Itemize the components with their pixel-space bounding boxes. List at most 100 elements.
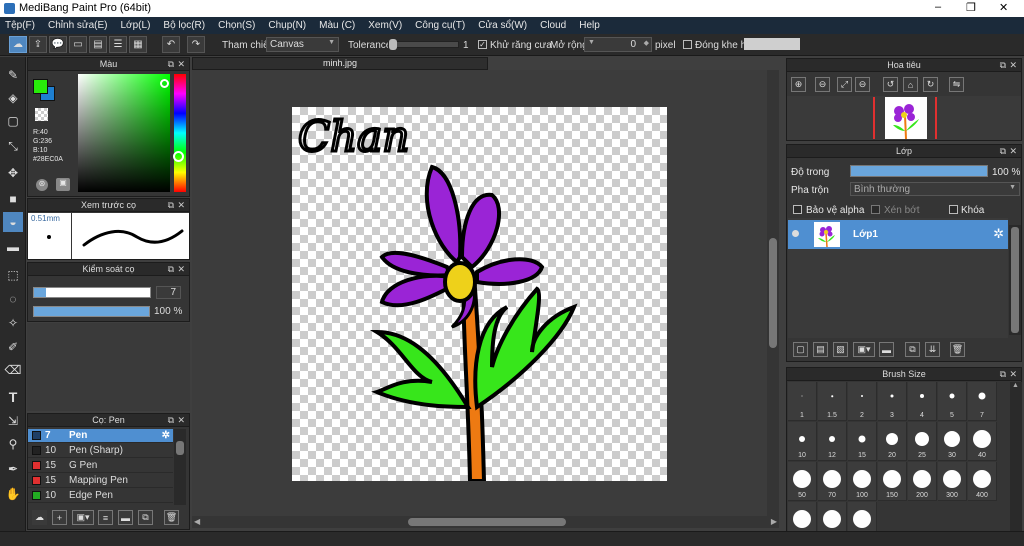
close-icon[interactable]: ✕: [177, 58, 185, 71]
gear-icon[interactable]: ✲: [162, 430, 170, 441]
transparent-color-swatch[interactable]: [35, 108, 48, 121]
brush-folder-icon[interactable]: ▬: [118, 510, 133, 525]
horizontal-scrollbar[interactable]: ◀ ▶: [192, 516, 779, 528]
reset-rotation-icon[interactable]: ⌂: [903, 77, 918, 92]
layer-folder-icon[interactable]: ▬: [879, 342, 894, 357]
new-layer-icon[interactable]: ▢: [793, 342, 808, 357]
popout-icon[interactable]: ⧉: [1000, 59, 1006, 72]
reference-select[interactable]: Canvas ▼: [266, 37, 339, 52]
rotate-left-icon[interactable]: ↺: [883, 77, 898, 92]
menu-layer[interactable]: Lớp(L): [121, 20, 151, 31]
expand-input[interactable]: ▼ 0 ◆: [584, 37, 652, 52]
close-icon[interactable]: ✕: [177, 199, 185, 212]
brush-item-mapping-pen[interactable]: 15 Mapping Pen: [28, 474, 173, 488]
brush-size-cell[interactable]: 100: [848, 462, 877, 501]
rotate-right-icon[interactable]: ↻: [923, 77, 938, 92]
brush-size-cell[interactable]: 12: [818, 422, 847, 461]
menu-filter[interactable]: Bộ lọc(R): [163, 20, 205, 31]
close-gap-slider[interactable]: [744, 38, 800, 50]
gradient-tool-icon[interactable]: ▬: [3, 237, 23, 257]
popout-icon[interactable]: ⧉: [168, 199, 174, 212]
duplicate-brush-icon[interactable]: ⧉: [138, 510, 153, 525]
brush-list-scroll-thumb[interactable]: [176, 441, 184, 455]
brush-size-cell[interactable]: 20: [878, 422, 907, 461]
eraser-tool-icon[interactable]: ◈: [3, 88, 23, 108]
brush-size-cell[interactable]: 300: [938, 462, 967, 501]
zoom-out-icon[interactable]: ⊖: [815, 77, 830, 92]
dropper-tool-icon[interactable]: ⚲: [3, 434, 23, 454]
brush-item-edge-pen[interactable]: 10 Edge Pen: [28, 489, 173, 503]
new-brush-icon[interactable]: +: [52, 510, 67, 525]
menu-snap[interactable]: Chụp(N): [268, 20, 306, 31]
horizontal-scroll-thumb[interactable]: [408, 518, 566, 526]
line-tool-icon[interactable]: ⤡: [3, 136, 23, 156]
brush-item-pen[interactable]: 7 Pen ✲: [28, 429, 173, 443]
brush-size-cell[interactable]: 5: [938, 382, 967, 421]
layer-opacity-slider[interactable]: [850, 165, 988, 177]
add-brush-menu-icon[interactable]: ▣▾: [72, 510, 94, 525]
select-rect-tool-icon[interactable]: ⬚: [3, 265, 23, 285]
popout-icon[interactable]: ⧉: [168, 263, 174, 276]
vertical-scroll-thumb[interactable]: [769, 238, 777, 348]
brush-size-cell[interactable]: 70: [818, 462, 847, 501]
brush-size-scrollbar[interactable]: ▲: [1010, 382, 1022, 532]
close-icon[interactable]: ✕: [177, 263, 185, 276]
popout-icon[interactable]: ⧉: [1000, 145, 1006, 158]
brush-size-cell[interactable]: 200: [908, 462, 937, 501]
scroll-left-icon[interactable]: ◀: [194, 517, 200, 526]
brush-size-cell[interactable]: 1.5: [818, 382, 847, 421]
close-icon[interactable]: ✕: [1009, 59, 1017, 72]
brush-size-cell[interactable]: 1: [788, 382, 817, 421]
foreground-color-swatch[interactable]: [33, 79, 48, 94]
brush-size-cell[interactable]: 400: [968, 462, 997, 501]
vertical-scrollbar[interactable]: [767, 70, 779, 516]
redo-icon[interactable]: ↷: [187, 36, 205, 53]
cloud-icon[interactable]: ☁: [9, 36, 27, 53]
speech-bubble-icon[interactable]: 💬: [49, 36, 67, 53]
undo-icon[interactable]: ↶: [162, 36, 180, 53]
magic-wand-tool-icon[interactable]: ✧: [3, 313, 23, 333]
eye-icon[interactable]: [792, 230, 799, 237]
lasso-tool-icon[interactable]: ◌: [3, 289, 23, 309]
close-button[interactable]: ✕: [999, 1, 1008, 14]
brush-size-input[interactable]: 7: [156, 286, 181, 299]
document-canvas[interactable]: Chan: [292, 107, 667, 483]
list-icon[interactable]: ☰: [109, 36, 127, 53]
brush-size-cell[interactable]: 50: [788, 462, 817, 501]
operation-tool-icon[interactable]: ⇲: [3, 411, 23, 431]
minimize-button[interactable]: –: [935, 1, 941, 13]
close-icon[interactable]: ✕: [1009, 368, 1017, 381]
menu-window[interactable]: Cửa sổ(W): [478, 20, 527, 31]
scroll-right-icon[interactable]: ▶: [771, 517, 777, 526]
add-layer-menu-icon[interactable]: ▣▾: [853, 342, 875, 357]
zoom-in-icon[interactable]: ⊕: [791, 77, 806, 92]
navigator-preview-area[interactable]: [787, 96, 1021, 140]
gear-icon[interactable]: ✲: [993, 226, 1004, 242]
brush-size-cell[interactable]: 25: [908, 422, 937, 461]
grid-icon[interactable]: ▦: [129, 36, 147, 53]
fill-rect-tool-icon[interactable]: ■: [3, 189, 23, 209]
text-tool-icon[interactable]: T: [3, 387, 23, 407]
zoom-out-small-icon[interactable]: ⊖: [855, 77, 870, 92]
tolerance-slider[interactable]: [388, 41, 459, 48]
close-icon[interactable]: ✕: [177, 414, 185, 427]
fit-window-icon[interactable]: ⤢: [837, 77, 852, 92]
color-wheel-button[interactable]: ⊛: [36, 179, 48, 191]
brush-properties-icon[interactable]: ≡: [98, 510, 113, 525]
flip-horizontal-icon[interactable]: ⇋: [949, 77, 964, 92]
menu-cloud[interactable]: Cloud: [540, 20, 566, 31]
comment-icon[interactable]: ▭: [69, 36, 87, 53]
delete-layer-icon[interactable]: 🗑: [950, 342, 965, 357]
menu-view[interactable]: Xem(V): [368, 20, 402, 31]
new-8bit-layer-icon[interactable]: ▧: [833, 342, 848, 357]
maximize-button[interactable]: ❐: [966, 1, 976, 14]
hue-bar[interactable]: [174, 74, 186, 192]
brush-size-cell[interactable]: 150: [878, 462, 907, 501]
menu-color[interactable]: Màu (C): [319, 20, 355, 31]
layer-scroll-thumb[interactable]: [1011, 227, 1019, 333]
brush-size-cell[interactable]: 4: [908, 382, 937, 421]
brush-item-g-pen[interactable]: 15 G Pen: [28, 459, 173, 473]
rectangle-tool-icon[interactable]: ▢: [3, 111, 23, 131]
brush-size-slider[interactable]: [33, 287, 151, 298]
pen-tool-icon[interactable]: ✒: [3, 459, 23, 479]
